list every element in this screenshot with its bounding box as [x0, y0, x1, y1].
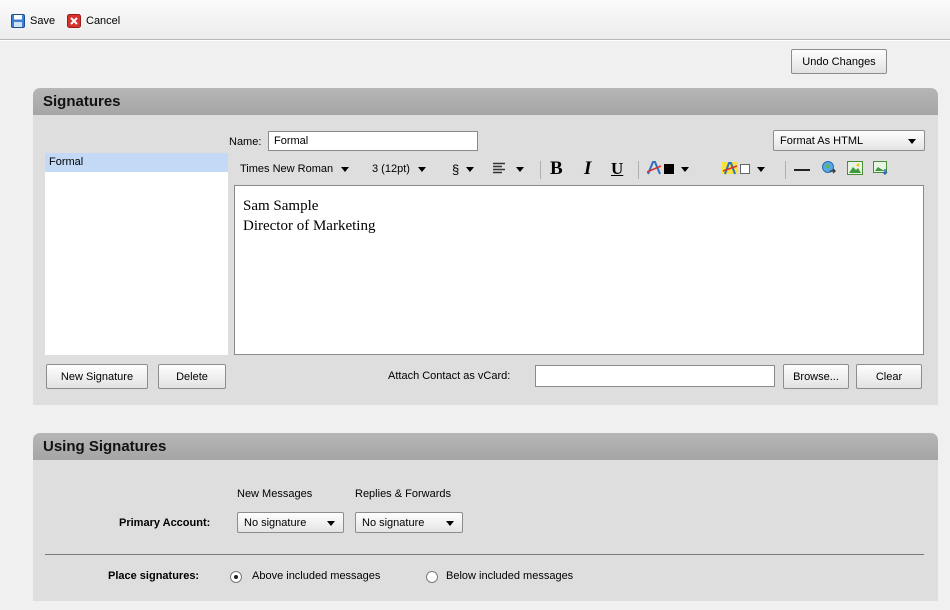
align-left-icon — [492, 162, 506, 177]
font-size-value: 3 (12pt) — [372, 163, 410, 175]
list-item[interactable]: Formal — [45, 153, 228, 172]
italic-button[interactable]: I — [584, 158, 591, 180]
toolbar-separator — [638, 161, 639, 179]
above-radio[interactable] — [230, 571, 242, 583]
signatures-panel-title: Signatures — [33, 88, 938, 115]
divider — [45, 554, 924, 555]
floppy-disk-icon — [11, 14, 25, 28]
primary-account-label: Primary Account: — [119, 517, 211, 529]
format-select-value: Format As HTML — [780, 135, 864, 147]
top-toolbar: Save Cancel — [0, 0, 950, 40]
chevron-down-icon — [341, 166, 350, 172]
chevron-down-icon — [681, 166, 689, 172]
using-signatures-panel: Using Signatures New Messages Replies & … — [33, 433, 938, 601]
clear-button[interactable]: Clear — [856, 364, 922, 389]
chevron-down-icon — [417, 166, 426, 172]
globe-link-icon — [821, 160, 837, 179]
signature-line: Sam Sample — [243, 198, 319, 214]
above-radio-label: Above included messages — [252, 570, 381, 582]
image-icon — [847, 160, 863, 178]
toolbar-separator — [785, 161, 786, 179]
browse-button[interactable]: Browse... — [783, 364, 849, 389]
font-family-select[interactable]: Times New Roman — [240, 158, 350, 180]
upload-image-button[interactable] — [873, 158, 889, 180]
toolbar-separator — [540, 161, 541, 179]
using-signatures-title: Using Signatures — [33, 433, 938, 460]
bold-button[interactable]: B — [550, 158, 563, 180]
signature-line: Director of Marketing — [243, 218, 376, 234]
horizontal-rule-button[interactable] — [794, 158, 810, 180]
format-select[interactable]: Format As HTML — [773, 130, 925, 151]
color-swatch-empty — [740, 164, 750, 174]
close-icon — [67, 14, 81, 28]
text-color-icon — [646, 160, 662, 179]
image-upload-icon — [873, 160, 889, 178]
signatures-panel: Signatures Name: Formal Format As HTML F… — [33, 88, 938, 405]
replies-forwards-select-value: No signature — [362, 517, 425, 529]
below-radio-label: Below included messages — [446, 570, 574, 582]
insert-image-button[interactable] — [847, 158, 863, 180]
name-label: Name: — [229, 136, 262, 148]
text-color-button[interactable] — [646, 158, 689, 180]
font-family-value: Times New Roman — [240, 163, 334, 175]
chevron-down-icon — [757, 166, 765, 172]
signature-list: Formal — [45, 153, 228, 355]
paragraph-style-select[interactable]: § — [452, 158, 475, 180]
content-area: Undo Changes Signatures Name: Formal For… — [0, 41, 950, 610]
chevron-down-icon — [327, 521, 335, 526]
editor-toolbar: Times New Roman 3 (12pt) § B I U — [233, 158, 925, 182]
highlight-color-icon — [722, 160, 738, 179]
below-radio[interactable] — [426, 571, 438, 583]
chevron-down-icon — [516, 166, 524, 172]
new-messages-header: New Messages — [237, 488, 313, 500]
align-select[interactable] — [492, 158, 524, 180]
cancel-button[interactable]: Cancel — [67, 14, 120, 28]
underline-button[interactable]: U — [611, 158, 623, 180]
delete-button[interactable]: Delete — [158, 364, 226, 389]
chevron-down-icon — [446, 521, 454, 526]
color-swatch-black — [664, 164, 674, 174]
horizontal-rule-icon — [794, 163, 810, 175]
new-messages-select[interactable]: No signature — [237, 512, 344, 533]
save-button[interactable]: Save — [11, 14, 55, 28]
chevron-down-icon — [466, 166, 475, 172]
new-signature-button[interactable]: New Signature — [46, 364, 148, 389]
vcard-label: Attach Contact as vCard: — [388, 370, 511, 382]
replies-forwards-select[interactable]: No signature — [355, 512, 463, 533]
section-icon: § — [452, 161, 460, 177]
cancel-label: Cancel — [86, 15, 121, 27]
signature-editor[interactable]: Sam Sample Director of Marketing — [234, 185, 924, 355]
chevron-down-icon — [908, 139, 916, 144]
replies-forwards-header: Replies & Forwards — [355, 488, 451, 500]
undo-changes-button[interactable]: Undo Changes — [791, 49, 887, 74]
save-label: Save — [30, 15, 56, 27]
signature-name-input[interactable]: Formal — [268, 131, 478, 151]
place-signatures-label: Place signatures: — [108, 570, 200, 582]
new-messages-select-value: No signature — [244, 517, 307, 529]
insert-link-button[interactable] — [821, 158, 837, 180]
highlight-color-button[interactable] — [722, 158, 765, 180]
font-size-select[interactable]: 3 (12pt) — [372, 158, 426, 180]
vcard-input[interactable] — [535, 365, 775, 387]
